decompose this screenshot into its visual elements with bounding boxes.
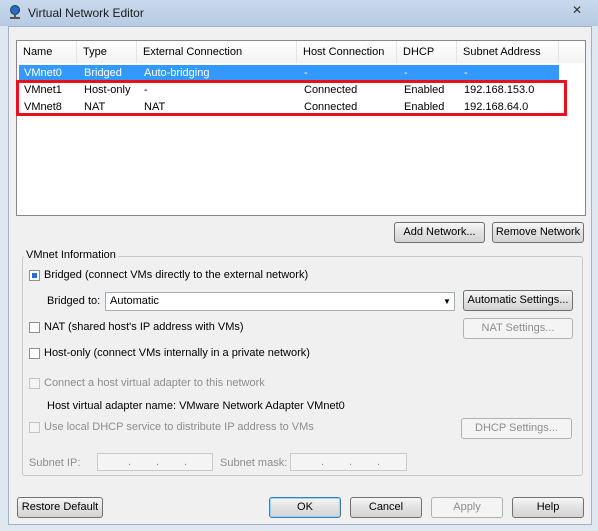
- mask-dot: .: [377, 456, 381, 468]
- subnet-mask-field[interactable]: . . .: [290, 453, 407, 471]
- restore-default-button[interactable]: Restore Default: [17, 497, 103, 518]
- host-only-label[interactable]: Host-only (connect VMs internally in a p…: [44, 347, 310, 359]
- column-header-dhcp[interactable]: DHCP: [397, 41, 457, 63]
- cell-dhcp: -: [404, 67, 408, 79]
- nat-label[interactable]: NAT (shared host's IP address with VMs): [44, 321, 244, 333]
- help-button[interactable]: Help: [512, 497, 584, 518]
- add-network-button[interactable]: Add Network...: [394, 222, 485, 243]
- column-header-host-connection[interactable]: Host Connection: [297, 41, 397, 63]
- ip-dot: .: [184, 456, 188, 468]
- vmware-network-icon: [10, 5, 20, 19]
- apply-button[interactable]: Apply: [431, 497, 503, 518]
- mask-dot: .: [349, 456, 353, 468]
- dhcp-checkbox[interactable]: [29, 422, 40, 433]
- remove-network-button[interactable]: Remove Network: [492, 222, 584, 243]
- subnet-ip-label: Subnet IP:: [29, 457, 81, 469]
- close-button[interactable]: ✕: [562, 2, 592, 19]
- adapter-name-label: Host virtual adapter name: VMware Networ…: [47, 400, 345, 412]
- cell-host: -: [304, 67, 308, 79]
- host-only-radio[interactable]: [29, 348, 40, 359]
- mask-dot: .: [321, 456, 325, 468]
- dhcp-settings-button[interactable]: DHCP Settings...: [461, 418, 572, 439]
- network-list[interactable]: Name Type External Connection Host Conne…: [16, 40, 586, 216]
- column-header-external-connection[interactable]: External Connection: [137, 41, 297, 63]
- column-header-type[interactable]: Type: [77, 41, 137, 63]
- cell-external: Auto-bridging: [144, 67, 210, 79]
- cell-name: VMnet0: [24, 67, 62, 79]
- chevron-down-icon[interactable]: ▼: [441, 293, 453, 310]
- ok-button[interactable]: OK: [269, 497, 341, 518]
- bridged-to-label: Bridged to:: [47, 295, 101, 307]
- bridged-to-select[interactable]: Automatic: [105, 292, 455, 311]
- nat-radio[interactable]: [29, 322, 40, 333]
- ip-dot: .: [156, 456, 160, 468]
- bridged-label[interactable]: Bridged (connect VMs directly to the ext…: [44, 269, 308, 281]
- dhcp-label: Use local DHCP service to distribute IP …: [44, 421, 314, 433]
- list-item[interactable]: VMnet0 Bridged Auto-bridging - - -: [19, 65, 559, 81]
- column-header-subnet-address[interactable]: Subnet Address: [457, 41, 559, 63]
- cell-type: Bridged: [84, 67, 122, 79]
- nat-settings-button[interactable]: NAT Settings...: [463, 318, 573, 339]
- window-title: Virtual Network Editor: [28, 6, 144, 20]
- bridged-radio[interactable]: [29, 270, 40, 281]
- connect-adapter-label: Connect a host virtual adapter to this n…: [44, 377, 265, 389]
- subnet-ip-field[interactable]: . . .: [97, 453, 213, 471]
- highlight-box: [16, 80, 567, 116]
- connect-adapter-checkbox[interactable]: [29, 378, 40, 389]
- cancel-button[interactable]: Cancel: [350, 497, 422, 518]
- cell-subnet: -: [464, 67, 468, 79]
- column-header-filler: [559, 41, 585, 63]
- group-label: VMnet Information: [24, 249, 118, 261]
- ip-dot: .: [128, 456, 132, 468]
- vmnet-information-group: [22, 256, 583, 476]
- column-header-name[interactable]: Name: [17, 41, 77, 63]
- automatic-settings-button[interactable]: Automatic Settings...: [463, 290, 573, 311]
- subnet-mask-label: Subnet mask:: [220, 457, 288, 469]
